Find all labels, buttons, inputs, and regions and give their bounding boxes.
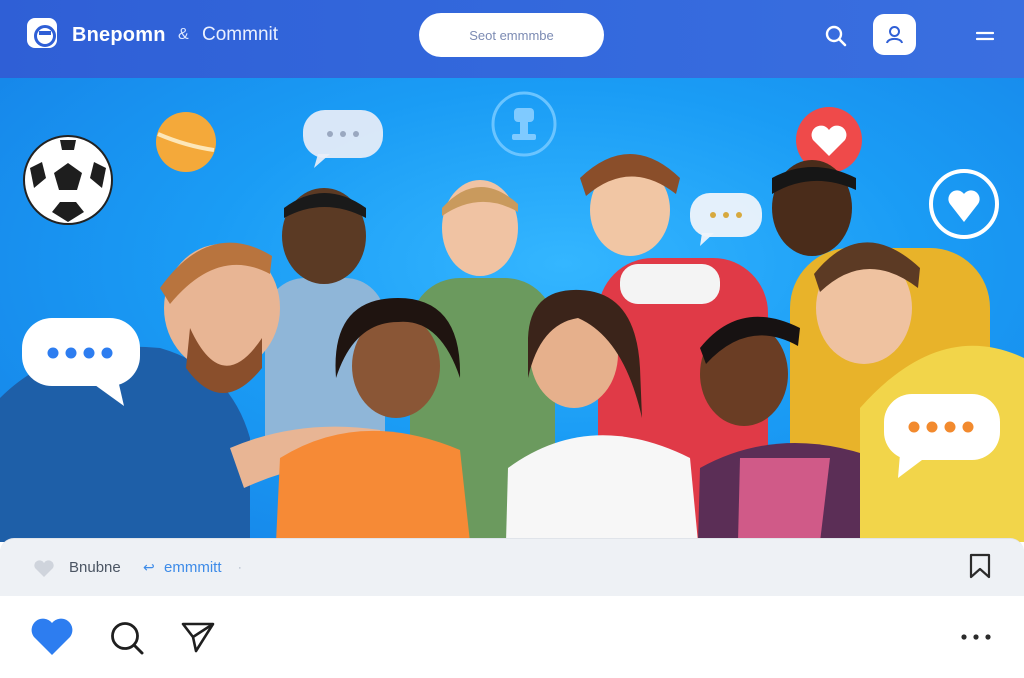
- chat-bubble-icon: [303, 110, 383, 168]
- menu-icon[interactable]: [976, 29, 994, 43]
- brand-subtitle: Commnit: [202, 24, 279, 45]
- profile-button[interactable]: [873, 14, 916, 55]
- more-icon[interactable]: [960, 632, 992, 642]
- brand-separator: &: [178, 26, 189, 43]
- soccer-ball-icon: [23, 135, 113, 225]
- search-input[interactable]: [419, 13, 604, 57]
- post-photo[interactable]: [0, 78, 1024, 542]
- post-meta-bar: Bnubne ↩ emmmitt ·: [0, 538, 1024, 596]
- bookmark-icon[interactable]: [968, 553, 992, 579]
- like-icon[interactable]: [30, 617, 74, 657]
- brand-name[interactable]: Bnepomn: [72, 22, 166, 48]
- heart-circle-icon: [929, 169, 999, 239]
- chat-bubble-icon: [690, 193, 762, 246]
- group-photo-illustration: [0, 91, 1024, 542]
- comment-link[interactable]: emmmitt: [164, 558, 222, 578]
- profile-icon: [886, 26, 903, 44]
- search-icon[interactable]: [824, 24, 848, 48]
- post-author[interactable]: Bnubne: [69, 558, 121, 578]
- post-action-bar: [0, 596, 1024, 678]
- logo-icon[interactable]: [27, 18, 57, 48]
- top-navigation-bar: Bnepomn & Commnit: [0, 0, 1024, 78]
- basketball-icon: [156, 112, 216, 172]
- reply-icon[interactable]: ↩: [143, 559, 157, 575]
- trophy-icon: [491, 91, 557, 157]
- share-icon[interactable]: [180, 620, 216, 654]
- avatar-icon[interactable]: [33, 560, 55, 578]
- comment-icon[interactable]: [109, 620, 145, 656]
- meta-caret: ·: [238, 562, 242, 574]
